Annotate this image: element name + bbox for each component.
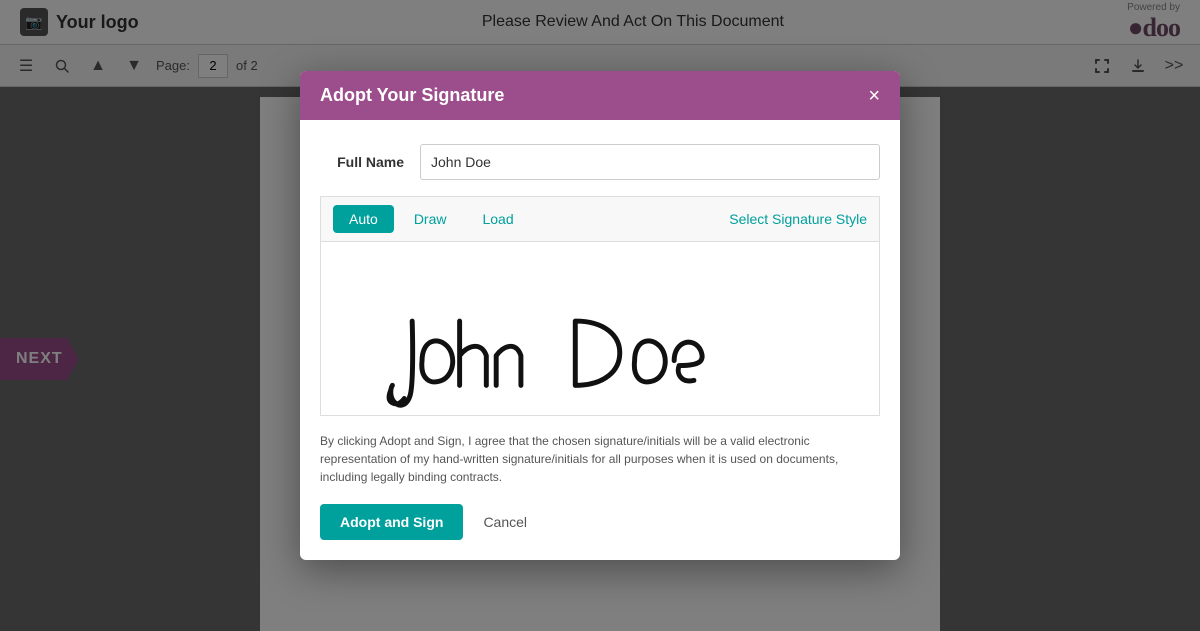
signature-preview-area — [320, 241, 880, 416]
signature-svg — [321, 242, 879, 415]
full-name-row: Full Name — [320, 144, 880, 180]
tab-load[interactable]: Load — [466, 205, 529, 233]
signature-tabs-row: Auto Draw Load Select Signature Style — [320, 196, 880, 241]
tab-auto[interactable]: Auto — [333, 205, 394, 233]
modal-close-button[interactable]: × — [868, 86, 880, 106]
modal-body: Full Name Auto Draw Load Select Signatur… — [300, 120, 900, 560]
modal-title: Adopt Your Signature — [320, 85, 504, 106]
modal-header: Adopt Your Signature × — [300, 71, 900, 120]
modal-overlay: Adopt Your Signature × Full Name Auto Dr… — [0, 0, 1200, 631]
adopt-signature-modal: Adopt Your Signature × Full Name Auto Dr… — [300, 71, 900, 560]
disclaimer-text: By clicking Adopt and Sign, I agree that… — [320, 432, 880, 486]
select-signature-style-button[interactable]: Select Signature Style — [729, 211, 867, 227]
full-name-input[interactable] — [420, 144, 880, 180]
tab-draw[interactable]: Draw — [398, 205, 463, 233]
modal-footer: Adopt and Sign Cancel — [320, 504, 880, 540]
adopt-and-sign-button[interactable]: Adopt and Sign — [320, 504, 463, 540]
full-name-label: Full Name — [320, 154, 420, 170]
cancel-button[interactable]: Cancel — [475, 504, 535, 540]
